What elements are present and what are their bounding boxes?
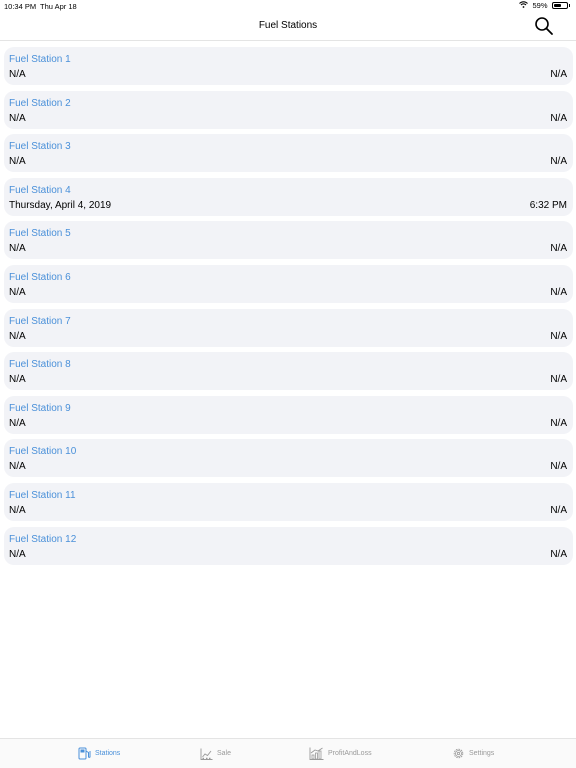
station-name: Fuel Station 1 [9, 54, 71, 65]
station-date: Thursday, April 4, 2019 [9, 199, 112, 211]
station-row[interactable]: Fuel Station 3 N/A N/A [4, 134, 573, 173]
station-time: N/A [550, 417, 567, 429]
station-name: Fuel Station 12 [9, 533, 77, 545]
station-time: N/A [550, 330, 567, 342]
station-date: N/A [9, 112, 26, 124]
battery-icon [551, 2, 568, 9]
station-name: Fuel Station 5 [9, 228, 71, 240]
station-time: N/A [550, 548, 567, 560]
sale-chart-icon [200, 748, 213, 760]
station-row[interactable]: Fuel Station 7 N/A N/A [4, 308, 573, 347]
station-row[interactable]: Fuel Station 1 N/A N/A [4, 47, 573, 85]
station-row[interactable]: Fuel Station 4 Thursday, April 4, 2019 6:3… [4, 177, 573, 216]
station-date: N/A [9, 69, 26, 80]
station-name: Fuel Station 11 [9, 489, 76, 501]
status-date: Thu Apr 18 [40, 2, 77, 11]
station-date: N/A [9, 156, 26, 168]
station-date: N/A [9, 243, 26, 255]
station-row[interactable]: Fuel Station 12 N/A N/A [4, 526, 573, 565]
station-time: N/A [550, 243, 567, 255]
tab-bar: Stations Sale ProfitAndLoss Settings [0, 738, 576, 768]
tab-settings[interactable]: Settings [452, 739, 494, 768]
station-name: Fuel Station 7 [9, 315, 71, 327]
station-row[interactable]: Fuel Station 8 N/A N/A [4, 352, 573, 391]
station-row[interactable]: Fuel Station 10 N/A N/A [4, 439, 573, 478]
station-name: Fuel Station 6 [9, 271, 71, 283]
station-time: N/A [550, 461, 567, 473]
tab-stations[interactable]: Stations [78, 739, 120, 768]
search-icon [535, 17, 553, 35]
tab-profit-and-loss-label: ProfitAndLoss [328, 750, 372, 757]
station-date: N/A [9, 286, 26, 298]
station-row[interactable]: Fuel Station 5 N/A N/A [4, 221, 573, 260]
station-name: Fuel Station 8 [9, 359, 71, 371]
page-title: Fuel Stations [258, 20, 318, 31]
station-name: Fuel Station 3 [9, 141, 71, 153]
station-date: N/A [9, 461, 26, 473]
status-time: 10:34 PM [4, 2, 37, 11]
profit-loss-chart-icon [309, 747, 324, 760]
station-list: Fuel Station 1 N/A N/A Fuel Station 2 N/A N/A… [4, 47, 573, 570]
station-date: N/A [9, 417, 26, 429]
station-row[interactable]: Fuel Station 11 N/A N/A [4, 482, 573, 521]
station-row[interactable]: Fuel Station 2 N/A N/A [4, 90, 573, 129]
station-date: N/A [9, 330, 26, 342]
tab-sale-label: Sale [217, 750, 232, 757]
navigation-bar: Fuel Stations [0, 12, 576, 41]
station-time: N/A [550, 112, 567, 124]
station-date: N/A [9, 548, 26, 560]
station-time: N/A [550, 504, 567, 516]
fuel-pump-icon [78, 747, 91, 760]
tab-settings-label: Settings [469, 750, 495, 757]
station-time: N/A [550, 286, 567, 298]
station-name: Fuel Station 10 [9, 446, 77, 458]
wifi-icon [519, 1, 529, 10]
station-date: N/A [9, 504, 26, 516]
station-name: Fuel Station 9 [9, 402, 71, 414]
station-row[interactable]: Fuel Station 6 N/A N/A [4, 264, 573, 303]
tab-stations-label: Stations [95, 750, 121, 757]
battery-level [553, 4, 561, 7]
tab-sale[interactable]: Sale [200, 739, 231, 768]
status-bar: 10:34 PM Thu Apr 18 59% [0, 0, 576, 12]
battery-cap [568, 4, 570, 7]
status-indicators: 59% [519, 1, 570, 10]
station-row[interactable]: Fuel Station 9 N/A N/A [4, 395, 573, 434]
station-name: Fuel Station 2 [9, 97, 71, 109]
station-time: 6:32 PM [529, 199, 567, 211]
battery-percent: 59% [532, 1, 548, 10]
station-name: Fuel Station 4 [9, 184, 71, 196]
station-date: N/A [9, 374, 26, 386]
gear-icon [453, 748, 464, 759]
station-time: N/A [550, 69, 567, 80]
station-time: N/A [550, 374, 567, 386]
search-button[interactable] [534, 16, 554, 36]
tab-profit-and-loss[interactable]: ProfitAndLoss [309, 739, 372, 768]
station-time: N/A [550, 156, 567, 168]
